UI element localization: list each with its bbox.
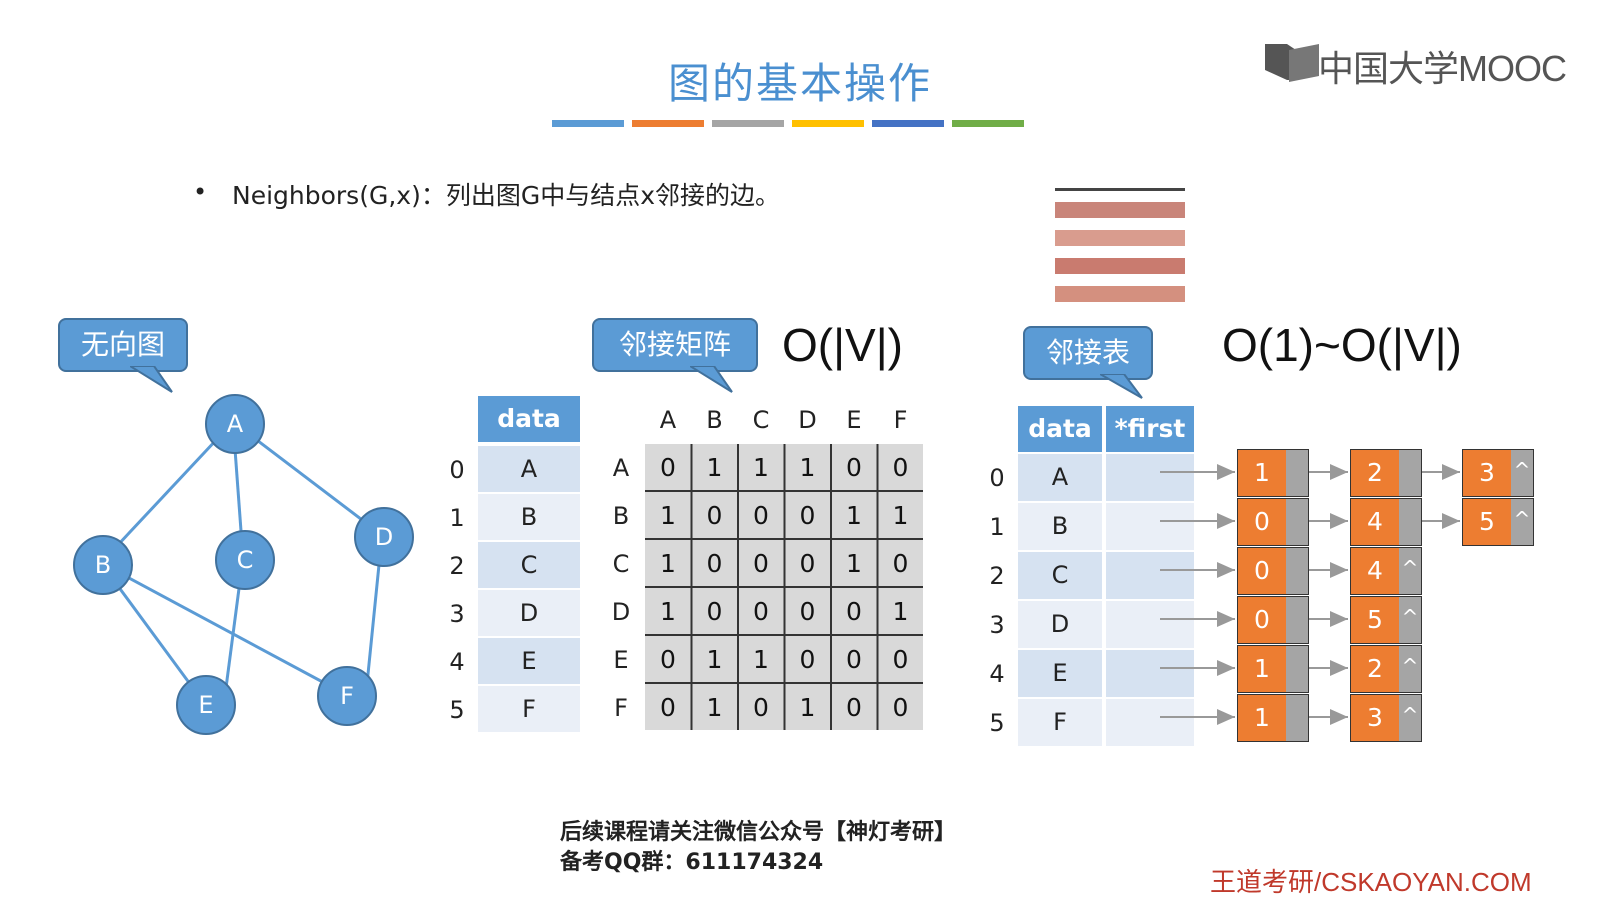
footer-notice: 后续课程请关注微信公众号【神灯考研】 备考QQ群：611174324 xyxy=(560,818,956,878)
list-arrows xyxy=(1160,464,1460,725)
brand-watermark: 王道考研/CSKAOYAN.COM xyxy=(1210,867,1532,897)
footer-line-2: 备考QQ群：611174324 xyxy=(560,850,824,875)
footer-line-1: 后续课程请关注微信公众号【神灯考研】 xyxy=(560,820,957,845)
